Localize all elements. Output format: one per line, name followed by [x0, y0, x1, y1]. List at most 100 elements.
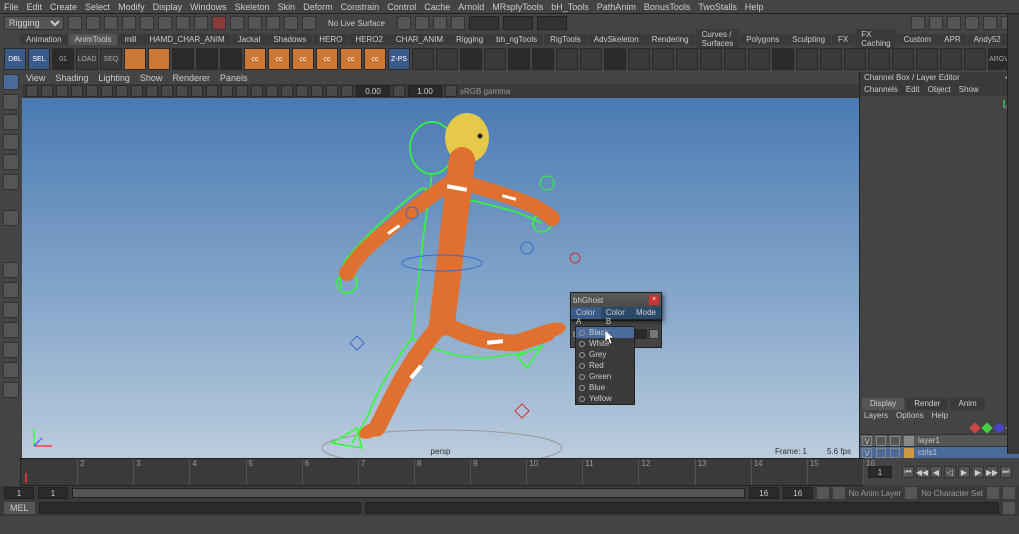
- status-icon[interactable]: [266, 16, 280, 30]
- cmd-lang-label[interactable]: MEL: [4, 502, 35, 514]
- shelf-button[interactable]: [940, 48, 962, 70]
- shelf-tab[interactable]: Sculpting: [786, 34, 831, 45]
- vp-btn[interactable]: [41, 85, 53, 97]
- shelf-button[interactable]: cc: [340, 48, 362, 70]
- shelf-tab[interactable]: CHAR_ANIM: [390, 34, 449, 45]
- vp-btn[interactable]: [191, 85, 203, 97]
- status-icon[interactable]: [68, 16, 82, 30]
- anim-end-field[interactable]: [783, 487, 813, 499]
- layer-row[interactable]: Vctrls1: [860, 446, 1019, 458]
- shelf-button[interactable]: [196, 48, 218, 70]
- shelf-button[interactable]: [436, 48, 458, 70]
- menu-arnold[interactable]: Arnold: [458, 2, 484, 12]
- play-end-field[interactable]: [749, 487, 779, 499]
- status-icon[interactable]: [911, 16, 925, 30]
- range-track[interactable]: [72, 488, 745, 498]
- menu-control[interactable]: Control: [387, 2, 416, 12]
- vp-btn[interactable]: [56, 85, 68, 97]
- keyframe-icon[interactable]: [969, 422, 980, 433]
- shelf-button[interactable]: [916, 48, 938, 70]
- play-button[interactable]: ▶: [958, 466, 970, 478]
- shelf-button[interactable]: [652, 48, 674, 70]
- paint-tool[interactable]: [3, 114, 19, 130]
- shelf-button[interactable]: [796, 48, 818, 70]
- bhghost-tab[interactable]: Mode: [631, 307, 661, 319]
- step-back-button[interactable]: ◀◀: [916, 466, 928, 478]
- vp-btn[interactable]: [176, 85, 188, 97]
- bhghost-tab[interactable]: Color A: [571, 307, 601, 319]
- status-icon[interactable]: [415, 16, 429, 30]
- prefs-button[interactable]: [1003, 487, 1015, 499]
- shelf-tab[interactable]: Animation: [20, 34, 68, 45]
- menu-bonustools[interactable]: BonusTools: [644, 2, 691, 12]
- shelf-tab[interactable]: Jackal: [232, 34, 267, 45]
- shelf-tab[interactable]: Andy52: [968, 34, 1007, 45]
- status-icon[interactable]: [230, 16, 244, 30]
- layout-graph[interactable]: [3, 382, 19, 398]
- shelf-tab[interactable]: Rendering: [646, 34, 695, 45]
- play-start-field[interactable]: [38, 487, 68, 499]
- shelf-tab[interactable]: Shadows: [267, 34, 312, 45]
- range-btn[interactable]: [905, 487, 917, 499]
- vp-btn[interactable]: [266, 85, 278, 97]
- shelf-button[interactable]: [532, 48, 554, 70]
- vp-btn[interactable]: [146, 85, 158, 97]
- shelf-button[interactable]: [820, 48, 842, 70]
- shelf-button[interactable]: [508, 48, 530, 70]
- layer-tab[interactable]: Render: [906, 398, 948, 410]
- color-swatch[interactable]: [649, 329, 659, 339]
- shelf-tab[interactable]: AdvSkeleton: [588, 34, 645, 45]
- shelf-button[interactable]: cc: [316, 48, 338, 70]
- shelf-tab[interactable]: Polygons: [740, 34, 785, 45]
- shelf-button[interactable]: [484, 48, 506, 70]
- menu-select[interactable]: Select: [85, 2, 110, 12]
- shelf-button[interactable]: [892, 48, 914, 70]
- shelf-button[interactable]: Z-PS: [388, 48, 410, 70]
- shelf-button[interactable]: LOAD: [76, 48, 98, 70]
- anim-start-field[interactable]: [4, 487, 34, 499]
- shelf-tab[interactable]: AnimTools: [69, 34, 118, 45]
- gamma-field[interactable]: [408, 85, 442, 97]
- menu-edit[interactable]: Edit: [27, 2, 43, 12]
- layout-three[interactable]: [3, 342, 19, 358]
- shelf-button[interactable]: SEL: [28, 48, 50, 70]
- color-option[interactable]: Yellow: [576, 393, 634, 404]
- color-option[interactable]: Blue: [576, 382, 634, 393]
- status-icon[interactable]: [451, 16, 465, 30]
- shelf-button[interactable]: [220, 48, 242, 70]
- channel-menu[interactable]: Channels: [864, 85, 898, 95]
- vp-menu-shading[interactable]: Shading: [55, 73, 88, 83]
- vp-btn[interactable]: [101, 85, 113, 97]
- layer-opt[interactable]: Options: [896, 411, 924, 421]
- scale-tool[interactable]: [3, 174, 19, 190]
- layer-opt[interactable]: Help: [932, 411, 948, 421]
- vp-btn[interactable]: [26, 85, 38, 97]
- layout-outliner[interactable]: [3, 362, 19, 378]
- layout-four[interactable]: [3, 282, 19, 298]
- shelf-button[interactable]: [676, 48, 698, 70]
- bhghost-titlebar[interactable]: bhGhost ×: [571, 293, 661, 307]
- workspace-selector[interactable]: Rigging: [4, 16, 64, 30]
- exposure-field[interactable]: [356, 85, 390, 97]
- color-option[interactable]: Green: [576, 371, 634, 382]
- status-icon[interactable]: [248, 16, 262, 30]
- shelf-tab[interactable]: Custom: [898, 34, 938, 45]
- shelf-button[interactable]: [412, 48, 434, 70]
- vp-btn[interactable]: [311, 85, 323, 97]
- menu-pathanim[interactable]: PathAnim: [597, 2, 636, 12]
- rotate-tool[interactable]: [3, 154, 19, 170]
- shelf-button[interactable]: DBL: [4, 48, 26, 70]
- shelf-button[interactable]: 01: [52, 48, 74, 70]
- vp-btn[interactable]: [161, 85, 173, 97]
- shelf-tab[interactable]: FX Caching: [855, 29, 896, 49]
- status-icon[interactable]: [947, 16, 961, 30]
- status-icon[interactable]: [397, 16, 411, 30]
- range-btn[interactable]: [817, 487, 829, 499]
- status-icon[interactable]: [433, 16, 447, 30]
- status-icon[interactable]: [86, 16, 100, 30]
- status-icon[interactable]: [176, 16, 190, 30]
- layout-two-v[interactable]: [3, 322, 19, 338]
- side-rail[interactable]: [1007, 14, 1019, 454]
- vp-menu-lighting[interactable]: Lighting: [98, 73, 130, 83]
- vp-btn[interactable]: [341, 85, 353, 97]
